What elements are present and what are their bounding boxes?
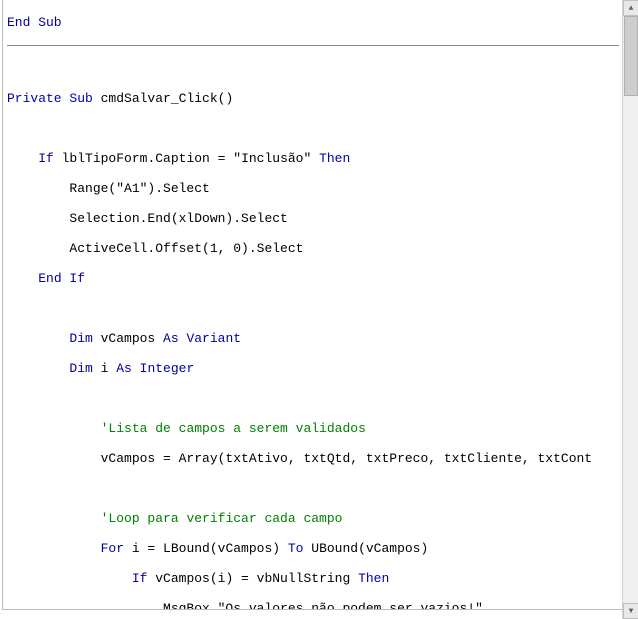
code-keyword: Then bbox=[358, 571, 389, 586]
code-text-area[interactable]: End Sub Private Sub cmdSalvar_Click() If… bbox=[3, 0, 623, 610]
code-keyword: As Variant bbox=[163, 331, 241, 346]
scroll-track[interactable] bbox=[623, 16, 638, 603]
code-keyword: To bbox=[288, 541, 304, 556]
vertical-scrollbar[interactable]: ▲ ▼ bbox=[622, 0, 638, 619]
code-keyword: If bbox=[38, 151, 54, 166]
code-keyword: Private Sub bbox=[7, 91, 93, 106]
code-text: Selection.End(xlDown).Select bbox=[7, 211, 288, 226]
code-keyword: Dim bbox=[69, 361, 92, 376]
code-text: i = LBound(vCampos) bbox=[124, 541, 288, 556]
code-text: Range("A1").Select bbox=[7, 181, 210, 196]
code-keyword: Dim bbox=[69, 331, 92, 346]
code-keyword: For bbox=[101, 541, 124, 556]
code-editor[interactable]: End Sub Private Sub cmdSalvar_Click() If… bbox=[2, 0, 624, 610]
procedure-divider bbox=[7, 45, 619, 46]
code-keyword: As Integer bbox=[116, 361, 194, 376]
code-comment: 'Loop para verificar cada campo bbox=[101, 511, 343, 526]
code-text: vCampos = Array(txtAtivo, txtQtd, txtPre… bbox=[7, 451, 592, 466]
chevron-up-icon: ▲ bbox=[629, 4, 634, 13]
code-comment: 'Lista de campos a serem validados bbox=[101, 421, 366, 436]
code-keyword: End If bbox=[38, 271, 85, 286]
code-text: UBound(vCampos) bbox=[303, 541, 428, 556]
code-keyword: Then bbox=[311, 151, 350, 166]
code-text: ActiveCell.Offset(1, 0).Select bbox=[7, 241, 303, 256]
code-keyword: End Sub bbox=[7, 15, 62, 30]
code-text: vCampos(i) = vbNullString bbox=[147, 571, 358, 586]
code-text: cmdSalvar_Click() bbox=[93, 91, 233, 106]
code-text: MsgBox "Os valores não podem ser vazios!… bbox=[7, 601, 483, 610]
scroll-up-button[interactable]: ▲ bbox=[623, 0, 638, 16]
scroll-thumb[interactable] bbox=[624, 16, 638, 96]
code-text: lblTipoForm.Caption = bbox=[54, 151, 233, 166]
scroll-down-button[interactable]: ▼ bbox=[623, 603, 638, 619]
code-text: vCampos bbox=[93, 331, 163, 346]
code-string: "Inclusão" bbox=[233, 151, 311, 166]
code-keyword: If bbox=[132, 571, 148, 586]
chevron-down-icon: ▼ bbox=[629, 607, 634, 616]
code-text: i bbox=[93, 361, 116, 376]
